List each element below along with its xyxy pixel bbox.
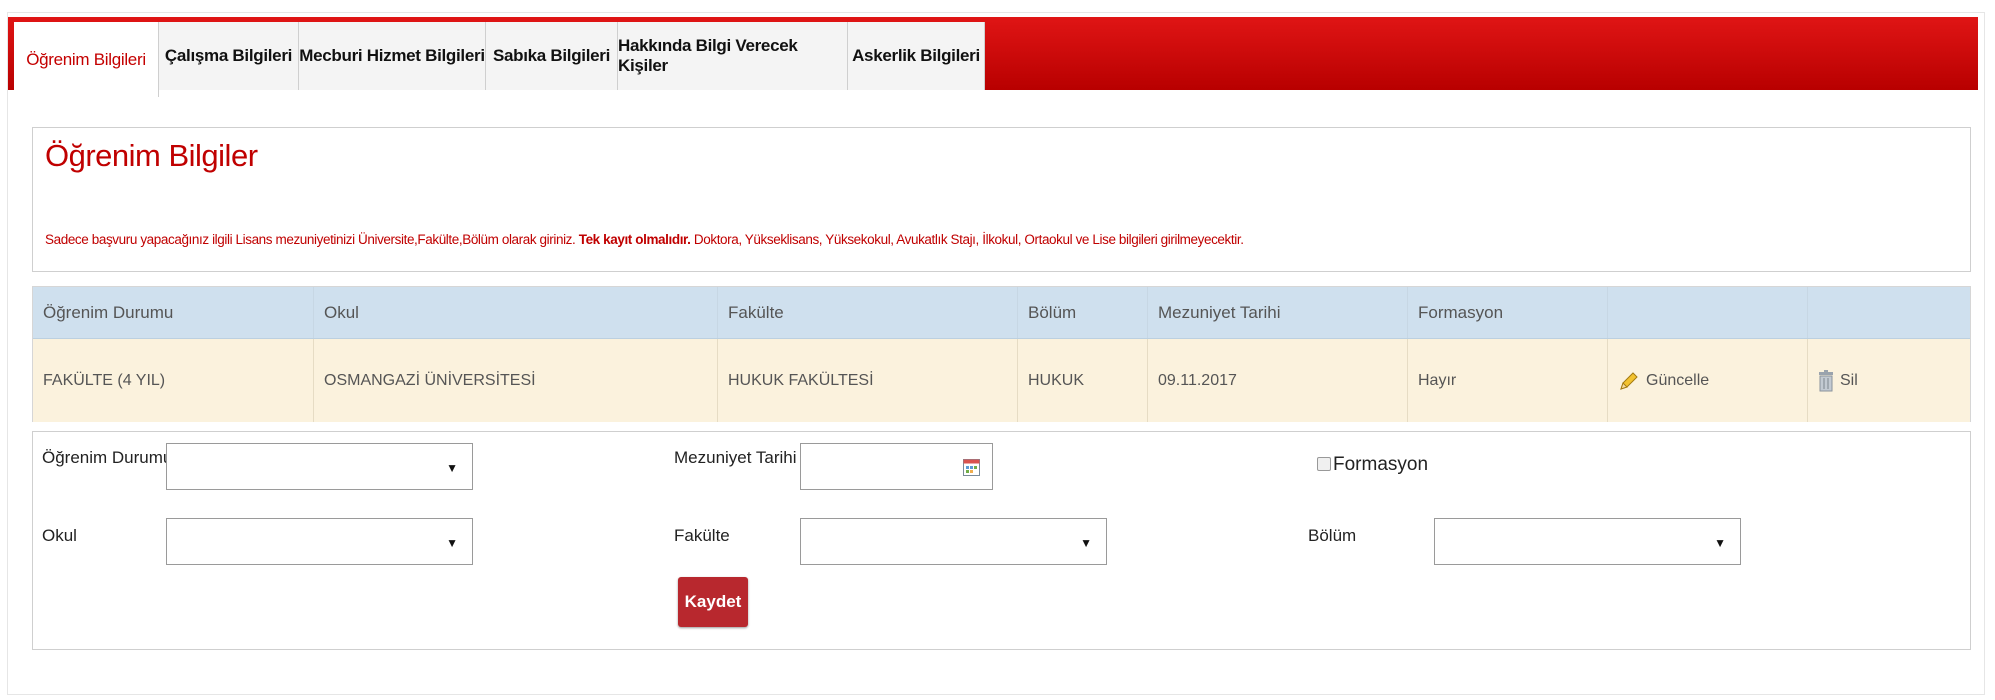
fakulte-label: Fakülte — [674, 526, 730, 545]
delete-button[interactable]: Sil — [1818, 369, 1858, 392]
fakulte-select[interactable]: ▼ — [800, 518, 1107, 565]
trash-icon — [1819, 369, 1833, 391]
update-label: Güncelle — [1646, 371, 1710, 389]
header-fakulte: Fakülte — [717, 287, 1017, 338]
chevron-down-icon: ▼ — [446, 536, 458, 550]
mezuniyet-tarihi-input[interactable] — [800, 443, 993, 490]
table-row: FAKÜLTE (4 YIL) OSMANGAZİ ÜNİVERSİTESİ H… — [33, 339, 1970, 422]
update-button[interactable]: Güncelle — [1618, 370, 1709, 392]
cell-delete: Sil — [1807, 339, 1971, 422]
bolum-label: Bölüm — [1308, 526, 1357, 545]
chevron-down-icon: ▼ — [1080, 536, 1092, 550]
header-formasyon: Formasyon — [1407, 287, 1607, 338]
header-mezuniyet-tarihi: Mezuniyet Tarihi — [1147, 287, 1407, 338]
ogrenim-durumu-select[interactable]: ▼ — [166, 443, 473, 490]
cell-okul: OSMANGAZİ ÜNİVERSİTESİ — [313, 339, 717, 422]
header-okul: Okul — [313, 287, 717, 338]
pencil-icon — [1620, 371, 1638, 390]
header-update — [1607, 287, 1807, 338]
header-bolum: Bölüm — [1017, 287, 1147, 338]
save-button[interactable]: Kaydet — [678, 577, 748, 627]
tab-hakkinda-bilgi-verecek-kisiler[interactable]: Hakkında Bilgi Verecek Kişiler — [618, 22, 848, 90]
tab-sabika-bilgileri[interactable]: Sabıka Bilgileri — [486, 22, 618, 90]
table-header: Öğrenim Durumu Okul Fakülte Bölüm Mezuni… — [33, 287, 1970, 339]
note-text-1: Sadece başvuru yapacağınız ilgili Lisans… — [45, 232, 579, 247]
bolum-select[interactable]: ▼ — [1434, 518, 1741, 565]
note-text-2: Doktora, Yükseklisans, Yüksekokul, Avuka… — [690, 232, 1244, 247]
chevron-down-icon: ▼ — [1714, 536, 1726, 550]
cell-ogrenim-durumu: FAKÜLTE (4 YIL) — [43, 371, 166, 389]
cell-fakulte: HUKUK FAKÜLTESİ — [717, 339, 1017, 422]
ogrenim-durumu-label: Öğrenim Durumu — [42, 448, 173, 467]
mezuniyet-tarihi-label: Mezuniyet Tarihi — [674, 448, 797, 467]
cell-update: Güncelle — [1607, 339, 1807, 422]
header-delete — [1807, 287, 1971, 338]
calendar-icon[interactable] — [963, 457, 980, 476]
tab-calisma-bilgileri[interactable]: Çalışma Bilgileri — [159, 22, 299, 90]
okul-label: Okul — [42, 526, 77, 545]
education-table: Öğrenim Durumu Okul Fakülte Bölüm Mezuni… — [32, 286, 1971, 422]
info-panel: Öğrenim Bilgiler Sadece başvuru yapacağı… — [32, 127, 1971, 272]
tab-ogrenim-bilgileri[interactable]: Öğrenim Bilgileri — [14, 22, 159, 97]
tab-askerlik-bilgileri[interactable]: Askerlik Bilgileri — [848, 22, 985, 90]
formasyon-checkbox[interactable] — [1317, 457, 1331, 471]
note-text-bold: Tek kayıt olmalıdır. — [578, 232, 691, 247]
header-ogrenim-durumu: Öğrenim Durumu — [43, 302, 174, 322]
okul-select[interactable]: ▼ — [166, 518, 473, 565]
cell-formasyon: Hayır — [1407, 339, 1607, 422]
cell-bolum: HUKUK — [1017, 339, 1147, 422]
section-title: Öğrenim Bilgiler — [45, 138, 258, 173]
formasyon-label: Formasyon — [1333, 454, 1429, 475]
chevron-down-icon: ▼ — [446, 461, 458, 475]
delete-label: Sil — [1840, 371, 1858, 389]
cell-mezuniyet-tarihi: 09.11.2017 — [1147, 339, 1407, 422]
tab-mecburi-hizmet-bilgileri[interactable]: Mecburi Hizmet Bilgileri — [299, 22, 486, 90]
instruction-note: Sadece başvuru yapacağınız ilgili Lisans… — [45, 232, 1244, 247]
